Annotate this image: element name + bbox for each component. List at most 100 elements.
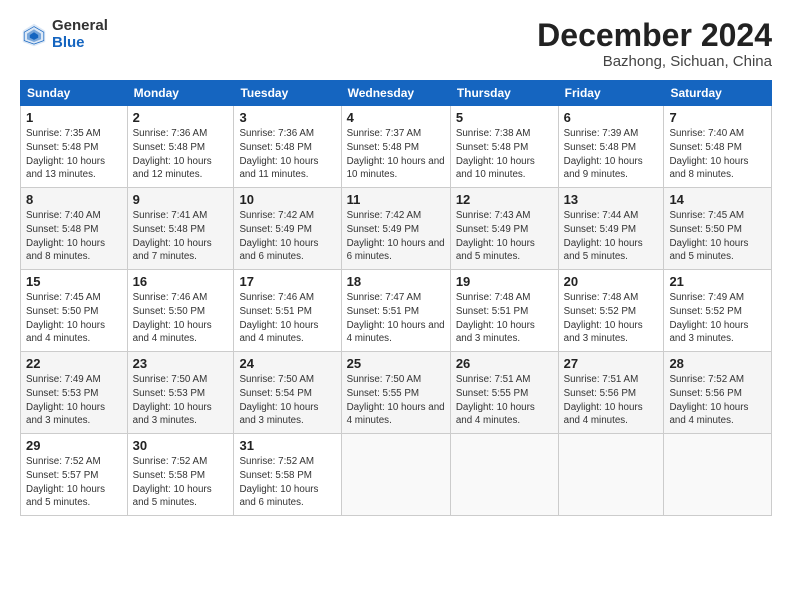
- logo-text: General Blue: [52, 18, 108, 51]
- day-cell-28: 28 Sunrise: 7:52 AMSunset: 5:56 PMDayligh…: [664, 352, 772, 434]
- day-info-2: Sunrise: 7:36 AMSunset: 5:48 PMDaylight:…: [133, 127, 229, 182]
- day-info-28: Sunrise: 7:52 AMSunset: 5:56 PMDaylight:…: [669, 373, 766, 428]
- day-info-22: Sunrise: 7:49 AMSunset: 5:53 PMDaylight:…: [26, 373, 122, 428]
- dow-header-friday: Friday: [558, 81, 664, 106]
- day-number-3: 3: [239, 110, 335, 125]
- day-number-8: 8: [26, 192, 122, 207]
- day-cell-20: 20 Sunrise: 7:48 AMSunset: 5:52 PMDayligh…: [558, 270, 664, 352]
- day-cell-25: 25Sunrise: 7:50 AMSunset: 5:55 PMDayligh…: [341, 352, 450, 434]
- day-info-16: Sunrise: 7:46 AMSunset: 5:50 PMDaylight:…: [133, 291, 229, 346]
- day-cell-14: 14 Sunrise: 7:45 AMSunset: 5:50 PMDayligh…: [664, 188, 772, 270]
- dow-header-tuesday: Tuesday: [234, 81, 341, 106]
- day-info-26: Sunrise: 7:51 AMSunset: 5:55 PMDaylight:…: [456, 373, 553, 428]
- location-subtitle: Bazhong, Sichuan, China: [537, 53, 772, 70]
- calendar-week-1: 1Sunrise: 7:35 AMSunset: 5:48 PMDaylight…: [21, 106, 772, 188]
- day-cell-22: 22Sunrise: 7:49 AMSunset: 5:53 PMDayligh…: [21, 352, 128, 434]
- day-info-11: Sunrise: 7:42 AMSunset: 5:49 PMDaylight:…: [347, 209, 445, 264]
- calendar-week-5: 29 Sunrise: 7:52 AMSunset: 5:57 PMDayligh…: [21, 434, 772, 516]
- day-number-25: 25: [347, 356, 445, 371]
- day-number-20: 20: [564, 274, 659, 289]
- day-cell-21: 21 Sunrise: 7:49 AMSunset: 5:52 PMDayligh…: [664, 270, 772, 352]
- day-info-5: Sunrise: 7:38 AMSunset: 5:48 PMDaylight:…: [456, 127, 553, 182]
- day-cell-12: 12Sunrise: 7:43 AMSunset: 5:49 PMDayligh…: [450, 188, 558, 270]
- day-info-3: Sunrise: 7:36 AMSunset: 5:48 PMDaylight:…: [239, 127, 335, 182]
- logo-icon: [20, 21, 48, 49]
- day-info-13: Sunrise: 7:44 AMSunset: 5:49 PMDaylight:…: [564, 209, 659, 264]
- day-number-14: 14: [669, 192, 766, 207]
- day-cell-24: 24 Sunrise: 7:50 AMSunset: 5:54 PMDayligh…: [234, 352, 341, 434]
- day-cell-15: 15Sunrise: 7:45 AMSunset: 5:50 PMDayligh…: [21, 270, 128, 352]
- day-cell-27: 27 Sunrise: 7:51 AMSunset: 5:56 PMDayligh…: [558, 352, 664, 434]
- day-number-21: 21: [669, 274, 766, 289]
- dow-header-monday: Monday: [127, 81, 234, 106]
- day-number-9: 9: [133, 192, 229, 207]
- day-number-18: 18: [347, 274, 445, 289]
- day-cell-7: 7 Sunrise: 7:40 AMSunset: 5:48 PMDaylight…: [664, 106, 772, 188]
- day-cell-11: 11 Sunrise: 7:42 AMSunset: 5:49 PMDayligh…: [341, 188, 450, 270]
- day-cell-6: 6Sunrise: 7:39 AMSunset: 5:48 PMDaylight…: [558, 106, 664, 188]
- header: General Blue December 2024 Bazhong, Sich…: [20, 18, 772, 70]
- title-area: December 2024 Bazhong, Sichuan, China: [537, 18, 772, 70]
- month-title: December 2024: [537, 18, 772, 53]
- day-cell-2: 2 Sunrise: 7:36 AMSunset: 5:48 PMDaylight…: [127, 106, 234, 188]
- day-number-7: 7: [669, 110, 766, 125]
- logo-blue: Blue: [52, 34, 85, 51]
- day-number-30: 30: [133, 438, 229, 453]
- empty-cell: [341, 434, 450, 516]
- empty-cell: [664, 434, 772, 516]
- day-info-30: Sunrise: 7:52 AMSunset: 5:58 PMDaylight:…: [133, 455, 229, 510]
- day-number-1: 1: [26, 110, 122, 125]
- day-info-29: Sunrise: 7:52 AMSunset: 5:57 PMDaylight:…: [26, 455, 122, 510]
- day-number-28: 28: [669, 356, 766, 371]
- dow-header-wednesday: Wednesday: [341, 81, 450, 106]
- day-of-week-row: SundayMondayTuesdayWednesdayThursdayFrid…: [21, 81, 772, 106]
- logo: General Blue: [20, 18, 108, 51]
- calendar-week-2: 8 Sunrise: 7:40 AMSunset: 5:48 PMDaylight…: [21, 188, 772, 270]
- empty-cell: [450, 434, 558, 516]
- day-cell-13: 13Sunrise: 7:44 AMSunset: 5:49 PMDayligh…: [558, 188, 664, 270]
- day-number-10: 10: [239, 192, 335, 207]
- day-number-31: 31: [239, 438, 335, 453]
- day-cell-19: 19 Sunrise: 7:48 AMSunset: 5:51 PMDayligh…: [450, 270, 558, 352]
- day-info-19: Sunrise: 7:48 AMSunset: 5:51 PMDaylight:…: [456, 291, 553, 346]
- day-number-15: 15: [26, 274, 122, 289]
- day-cell-17: 17Sunrise: 7:46 AMSunset: 5:51 PMDayligh…: [234, 270, 341, 352]
- day-number-26: 26: [456, 356, 553, 371]
- day-cell-31: 31 Sunrise: 7:52 AMSunset: 5:58 PMDayligh…: [234, 434, 341, 516]
- calendar-week-3: 15Sunrise: 7:45 AMSunset: 5:50 PMDayligh…: [21, 270, 772, 352]
- day-info-7: Sunrise: 7:40 AMSunset: 5:48 PMDaylight:…: [669, 127, 766, 182]
- day-info-14: Sunrise: 7:45 AMSunset: 5:50 PMDaylight:…: [669, 209, 766, 264]
- day-number-11: 11: [347, 192, 445, 207]
- day-number-2: 2: [133, 110, 229, 125]
- day-number-16: 16: [133, 274, 229, 289]
- day-info-6: Sunrise: 7:39 AMSunset: 5:48 PMDaylight:…: [564, 127, 659, 182]
- day-cell-5: 5Sunrise: 7:38 AMSunset: 5:48 PMDaylight…: [450, 106, 558, 188]
- day-cell-16: 16 Sunrise: 7:46 AMSunset: 5:50 PMDayligh…: [127, 270, 234, 352]
- day-cell-8: 8 Sunrise: 7:40 AMSunset: 5:48 PMDaylight…: [21, 188, 128, 270]
- logo-general: General: [52, 17, 108, 34]
- day-cell-4: 4 Sunrise: 7:37 AMSunset: 5:48 PMDaylight…: [341, 106, 450, 188]
- day-cell-18: 18 Sunrise: 7:47 AMSunset: 5:51 PMDayligh…: [341, 270, 450, 352]
- dow-header-saturday: Saturday: [664, 81, 772, 106]
- day-number-24: 24: [239, 356, 335, 371]
- day-cell-1: 1Sunrise: 7:35 AMSunset: 5:48 PMDaylight…: [21, 106, 128, 188]
- day-info-31: Sunrise: 7:52 AMSunset: 5:58 PMDaylight:…: [239, 455, 335, 510]
- day-number-4: 4: [347, 110, 445, 125]
- day-number-27: 27: [564, 356, 659, 371]
- day-info-21: Sunrise: 7:49 AMSunset: 5:52 PMDaylight:…: [669, 291, 766, 346]
- page: General Blue December 2024 Bazhong, Sich…: [0, 0, 792, 612]
- day-info-27: Sunrise: 7:51 AMSunset: 5:56 PMDaylight:…: [564, 373, 659, 428]
- day-cell-30: 30 Sunrise: 7:52 AMSunset: 5:58 PMDayligh…: [127, 434, 234, 516]
- day-number-19: 19: [456, 274, 553, 289]
- calendar-table: SundayMondayTuesdayWednesdayThursdayFrid…: [20, 80, 772, 516]
- day-info-20: Sunrise: 7:48 AMSunset: 5:52 PMDaylight:…: [564, 291, 659, 346]
- dow-header-sunday: Sunday: [21, 81, 128, 106]
- day-cell-23: 23Sunrise: 7:50 AMSunset: 5:53 PMDayligh…: [127, 352, 234, 434]
- day-info-24: Sunrise: 7:50 AMSunset: 5:54 PMDaylight:…: [239, 373, 335, 428]
- day-cell-9: 9Sunrise: 7:41 AMSunset: 5:48 PMDaylight…: [127, 188, 234, 270]
- day-info-18: Sunrise: 7:47 AMSunset: 5:51 PMDaylight:…: [347, 291, 445, 346]
- dow-header-thursday: Thursday: [450, 81, 558, 106]
- day-info-4: Sunrise: 7:37 AMSunset: 5:48 PMDaylight:…: [347, 127, 445, 182]
- day-number-29: 29: [26, 438, 122, 453]
- day-info-8: Sunrise: 7:40 AMSunset: 5:48 PMDaylight:…: [26, 209, 122, 264]
